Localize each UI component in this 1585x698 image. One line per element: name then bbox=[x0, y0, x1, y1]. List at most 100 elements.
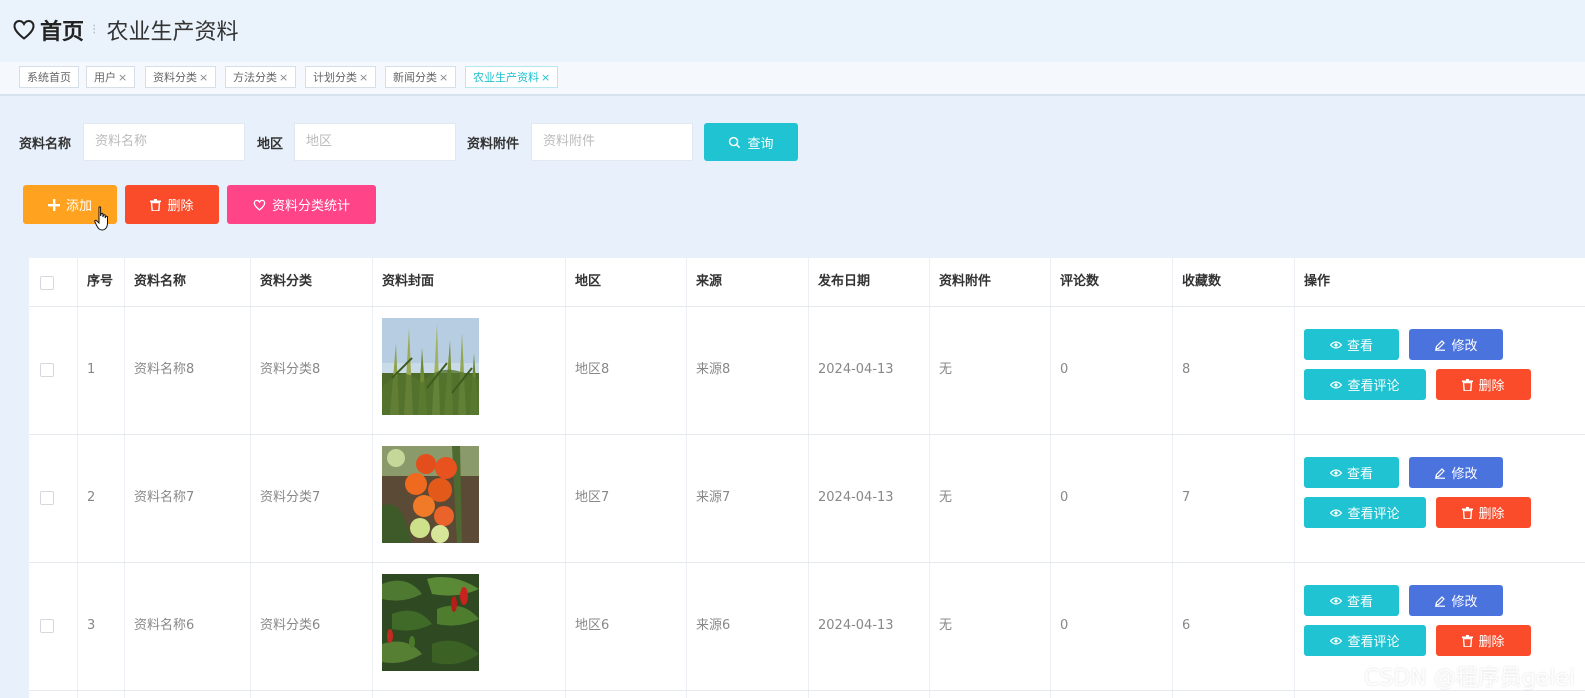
cell-index: 2 bbox=[87, 490, 96, 505]
breadcrumb-home[interactable]: 首页 bbox=[40, 14, 84, 46]
delete-button[interactable]: 删除 bbox=[1436, 625, 1531, 656]
column-header-favorites: 收藏数 bbox=[1182, 274, 1222, 289]
row-checkbox[interactable] bbox=[40, 363, 54, 377]
cover-image-tomato[interactable] bbox=[382, 446, 479, 543]
search-attachment-input[interactable]: 资料附件 bbox=[531, 123, 693, 161]
view-button[interactable]: 查看 bbox=[1304, 329, 1399, 360]
select-all-checkbox[interactable] bbox=[40, 276, 54, 290]
view-comments-label: 查看评论 bbox=[1347, 379, 1400, 394]
edit-button-label: 修改 bbox=[1451, 595, 1478, 610]
cell-name: 资料名称6 bbox=[134, 618, 195, 633]
view-comments-button[interactable]: 查看评论 bbox=[1304, 497, 1426, 528]
edit-button[interactable]: 修改 bbox=[1409, 329, 1503, 360]
search-icon bbox=[729, 136, 741, 148]
close-icon[interactable]: × bbox=[359, 71, 368, 84]
column-header-date: 发布日期 bbox=[818, 274, 871, 289]
view-button[interactable]: 查看 bbox=[1304, 585, 1399, 616]
breadcrumb-current: 农业生产资料 bbox=[106, 20, 239, 45]
tab-users[interactable]: 用户 × bbox=[86, 66, 136, 88]
cell-attachment: 无 bbox=[939, 490, 953, 505]
close-icon[interactable]: × bbox=[118, 71, 127, 84]
cell-region: 地区7 bbox=[575, 490, 610, 505]
column-header-name: 资料名称 bbox=[134, 274, 187, 289]
cover-image-pepper[interactable] bbox=[382, 574, 479, 671]
tab-label: 计划分类 bbox=[313, 71, 357, 84]
delete-button[interactable]: 删除 bbox=[1436, 497, 1531, 528]
cell-source: 来源8 bbox=[696, 362, 731, 377]
cell-region: 地区8 bbox=[575, 362, 610, 377]
search-label-region: 地区 bbox=[257, 137, 284, 152]
cell-region: 地区6 bbox=[575, 618, 610, 633]
breadcrumb-separator: ⁝ bbox=[92, 22, 97, 38]
cell-comments: 0 bbox=[1060, 490, 1069, 505]
tab-plan-category[interactable]: 计划分类 × bbox=[305, 66, 377, 88]
heart-icon bbox=[13, 19, 35, 40]
breadcrumb: 首页 ⁝ 农业生产资料 bbox=[12, 14, 238, 46]
tags-bar: 系统首页 用户 × 资料分类 × 方法分类 × 计划分类 × 新闻分类 × 农业生产资料 × bbox=[0, 62, 1585, 96]
view-button-label: 查看 bbox=[1346, 595, 1373, 610]
cell-comments: 0 bbox=[1060, 362, 1069, 377]
edit-icon bbox=[1435, 339, 1446, 351]
column-header-source: 来源 bbox=[696, 274, 723, 289]
tab-label: 用户 bbox=[94, 71, 116, 84]
category-stats-label: 资料分类统计 bbox=[271, 199, 350, 214]
query-button[interactable]: 查询 bbox=[704, 123, 798, 161]
row-checkbox[interactable] bbox=[40, 619, 54, 633]
view-button-label: 查看 bbox=[1346, 467, 1373, 482]
cell-date: 2024-04-13 bbox=[818, 362, 894, 377]
add-button-label: 添加 bbox=[65, 199, 92, 214]
row-checkbox[interactable] bbox=[40, 491, 54, 505]
tab-label: 农业生产资料 bbox=[473, 71, 539, 84]
table-header: 序号 资料名称 资料分类 资料封面 地区 来源 发布日期 资料附件 评论数 收藏… bbox=[29, 258, 1585, 307]
tab-label: 方法分类 bbox=[233, 71, 277, 84]
cell-date: 2024-04-13 bbox=[818, 490, 894, 505]
view-button[interactable]: 查看 bbox=[1304, 457, 1399, 488]
plus-icon bbox=[47, 198, 60, 211]
cell-category: 资料分类8 bbox=[260, 362, 321, 377]
query-button-label: 查询 bbox=[747, 136, 774, 152]
tab-method-category[interactable]: 方法分类 × bbox=[225, 66, 297, 88]
category-stats-button[interactable]: 资料分类统计 bbox=[227, 185, 376, 224]
cover-image-corn[interactable] bbox=[382, 318, 479, 415]
table-row: 1 资料名称8 资料分类8 地区8 来源8 2024-04-13 无 0 8 查… bbox=[29, 306, 1585, 435]
tab-home[interactable]: 系统首页 bbox=[19, 66, 79, 88]
delete-button-label: 删除 bbox=[1478, 635, 1505, 650]
column-header-category: 资料分类 bbox=[260, 274, 313, 289]
batch-delete-button[interactable]: 删除 bbox=[125, 185, 219, 224]
view-comments-button[interactable]: 查看评论 bbox=[1304, 369, 1426, 400]
hand-cursor-icon bbox=[94, 206, 108, 231]
edit-button[interactable]: 修改 bbox=[1409, 585, 1503, 616]
search-region-input[interactable]: 地区 bbox=[294, 123, 456, 161]
delete-button[interactable]: 删除 bbox=[1436, 369, 1531, 400]
cell-name: 资料名称7 bbox=[134, 490, 195, 505]
column-header-attachment: 资料附件 bbox=[939, 274, 992, 289]
eye-icon bbox=[1329, 340, 1342, 349]
tab-agri-materials[interactable]: 农业生产资料 × bbox=[465, 66, 559, 88]
cell-category: 资料分类6 bbox=[260, 618, 321, 633]
column-header-index: 序号 bbox=[87, 274, 114, 289]
close-icon[interactable]: × bbox=[199, 71, 208, 84]
cell-comments: 0 bbox=[1060, 618, 1069, 633]
close-icon[interactable]: × bbox=[439, 71, 448, 84]
batch-delete-label: 删除 bbox=[167, 199, 194, 214]
column-header-actions: 操作 bbox=[1304, 274, 1331, 289]
view-comments-label: 查看评论 bbox=[1347, 507, 1400, 522]
close-icon[interactable]: × bbox=[279, 71, 288, 84]
delete-button-label: 删除 bbox=[1478, 507, 1505, 522]
tab-news-category[interactable]: 新闻分类 × bbox=[385, 66, 457, 88]
tab-label: 系统首页 bbox=[27, 71, 71, 84]
trash-icon bbox=[150, 198, 162, 211]
tab-material-category[interactable]: 资料分类 × bbox=[145, 66, 217, 88]
edit-icon bbox=[1435, 595, 1446, 607]
cell-date: 2024-04-13 bbox=[818, 618, 894, 633]
close-icon[interactable]: × bbox=[541, 71, 550, 84]
tab-label: 资料分类 bbox=[153, 71, 197, 84]
trash-icon bbox=[1462, 506, 1474, 519]
eye-icon bbox=[1330, 380, 1343, 389]
cell-source: 来源6 bbox=[696, 618, 731, 633]
edit-button[interactable]: 修改 bbox=[1409, 457, 1503, 488]
view-comments-button[interactable]: 查看评论 bbox=[1304, 625, 1426, 656]
top-bar: 首页 ⁝ 农业生产资料 bbox=[0, 0, 1585, 63]
eye-icon bbox=[1330, 636, 1343, 645]
search-name-input[interactable]: 资料名称 bbox=[83, 123, 245, 161]
